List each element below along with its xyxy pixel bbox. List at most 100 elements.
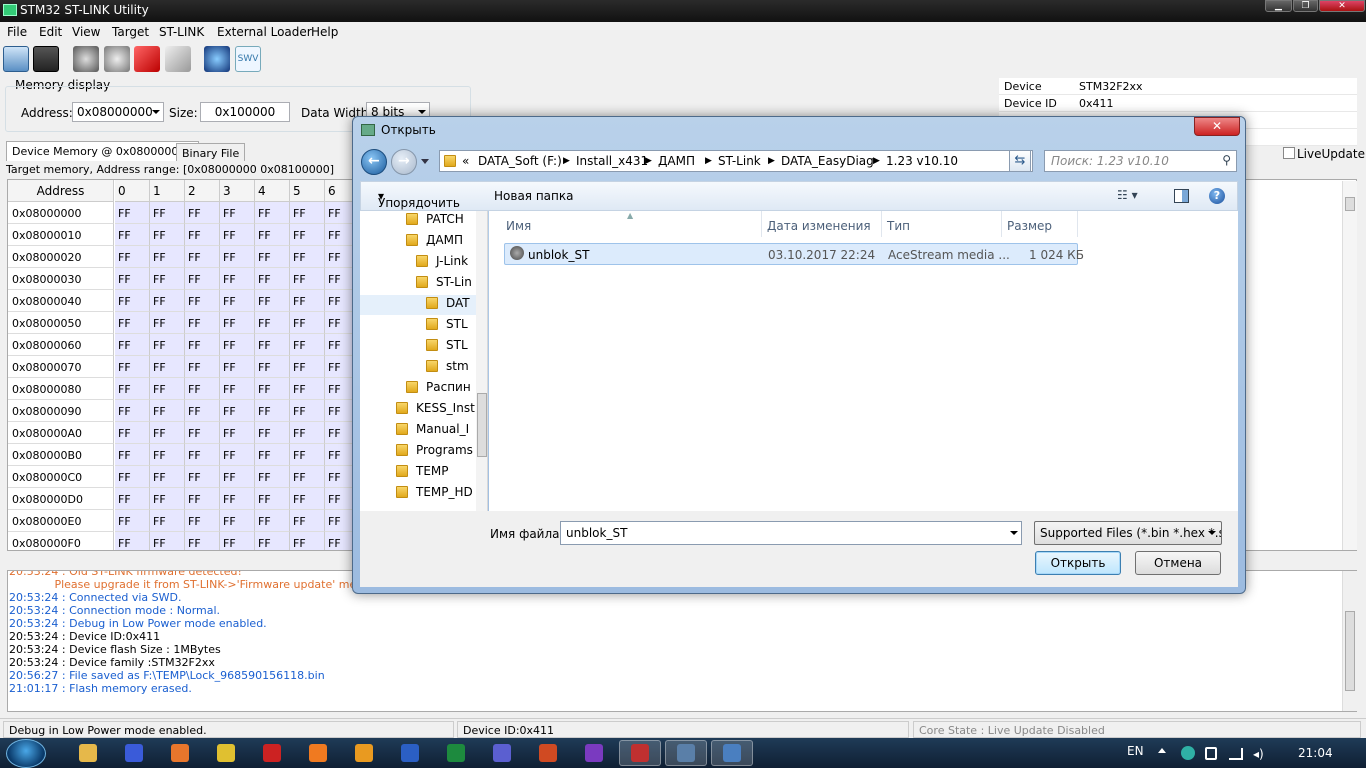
network-icon[interactable] bbox=[1229, 748, 1243, 760]
grid-cell[interactable]: FF bbox=[150, 510, 185, 532]
menu-external-loader[interactable]: External Loader bbox=[217, 25, 312, 39]
grid-cell[interactable]: FF bbox=[115, 224, 150, 246]
filename-input[interactable]: unblok_ST bbox=[560, 521, 1022, 545]
connect-icon[interactable] bbox=[73, 46, 99, 72]
erase-icon[interactable] bbox=[134, 46, 160, 72]
grid-cell[interactable]: FF bbox=[150, 400, 185, 422]
grid-cell[interactable]: FF bbox=[150, 246, 185, 268]
grid-cell[interactable]: FF bbox=[115, 444, 150, 466]
grid-cell[interactable]: FF bbox=[220, 246, 255, 268]
grid-cell[interactable]: FF bbox=[115, 268, 150, 290]
column-date[interactable]: Дата изменения bbox=[767, 219, 871, 233]
back-icon[interactable]: ← bbox=[361, 149, 387, 175]
close-button[interactable]: ✕ bbox=[1319, 0, 1365, 12]
grid-cell[interactable]: FF bbox=[150, 466, 185, 488]
grid-cell[interactable]: FF bbox=[150, 268, 185, 290]
grid-cell[interactable]: FF bbox=[185, 444, 220, 466]
save-icon[interactable] bbox=[33, 46, 59, 72]
grid-cell[interactable]: FF bbox=[255, 422, 290, 444]
grid-cell[interactable]: FF bbox=[255, 246, 290, 268]
target-search-icon[interactable] bbox=[204, 46, 230, 72]
grid-cell[interactable]: FF bbox=[220, 510, 255, 532]
column-separator[interactable] bbox=[881, 211, 882, 237]
grid-cell[interactable]: FF bbox=[290, 224, 325, 246]
grid-cell[interactable]: FF bbox=[255, 290, 290, 312]
grid-cell[interactable]: FF bbox=[255, 312, 290, 334]
grid-cell[interactable]: FF bbox=[290, 510, 325, 532]
grid-cell[interactable]: FF bbox=[290, 290, 325, 312]
breadcrumb-separator-icon[interactable]: ▶ bbox=[873, 156, 880, 166]
cancel-button[interactable]: Отмена bbox=[1135, 551, 1221, 575]
grid-cell[interactable]: FF bbox=[290, 334, 325, 356]
breadcrumb-item[interactable]: Install_x431 bbox=[576, 154, 648, 168]
tab-binary-file[interactable]: Binary File bbox=[176, 143, 246, 161]
column-separator[interactable] bbox=[1077, 211, 1078, 237]
grid-cell[interactable]: FF bbox=[220, 444, 255, 466]
grid-cell[interactable]: FF bbox=[220, 378, 255, 400]
grid-cell[interactable]: FF bbox=[150, 444, 185, 466]
breadcrumb-separator-icon[interactable]: ▶ bbox=[645, 156, 652, 166]
nav-scrollbar[interactable] bbox=[476, 211, 487, 511]
forward-icon[interactable]: → bbox=[391, 149, 417, 175]
grid-cell[interactable]: FF bbox=[185, 268, 220, 290]
view-menu-icon[interactable]: ☷ ▾ bbox=[1117, 188, 1138, 202]
menu-stlink[interactable]: ST-LINK bbox=[159, 25, 204, 39]
grid-cell[interactable]: FF bbox=[115, 290, 150, 312]
column-size[interactable]: Размер bbox=[1007, 219, 1052, 233]
breadcrumb-overflow[interactable]: « bbox=[462, 154, 469, 168]
disconnect-icon[interactable] bbox=[104, 46, 130, 72]
address-combo[interactable]: 0x08000000 bbox=[72, 102, 164, 122]
column-separator[interactable] bbox=[1001, 211, 1002, 237]
grid-cell[interactable]: FF bbox=[185, 488, 220, 510]
grid-cell[interactable]: FF bbox=[185, 246, 220, 268]
log-scrollbar[interactable] bbox=[1342, 571, 1357, 711]
grid-cell[interactable]: FF bbox=[220, 224, 255, 246]
column-type[interactable]: Тип bbox=[887, 219, 910, 233]
grid-cell[interactable]: FF bbox=[115, 334, 150, 356]
search-input[interactable]: Поиск: 1.23 v10.10 ⚲ bbox=[1044, 150, 1237, 172]
grid-cell[interactable]: FF bbox=[255, 378, 290, 400]
grid-cell[interactable]: FF bbox=[255, 268, 290, 290]
grid-cell[interactable]: FF bbox=[150, 312, 185, 334]
grid-cell[interactable]: FF bbox=[290, 444, 325, 466]
open-file-icon[interactable] bbox=[3, 46, 29, 72]
maximize-button[interactable]: ❐ bbox=[1293, 0, 1318, 12]
grid-cell[interactable]: FF bbox=[115, 356, 150, 378]
grid-cell[interactable]: FF bbox=[150, 532, 185, 550]
language-indicator[interactable]: EN bbox=[1127, 744, 1144, 758]
tray-app-icon[interactable] bbox=[1181, 746, 1195, 760]
chevron-down-icon[interactable] bbox=[1010, 531, 1018, 535]
menu-edit[interactable]: Edit bbox=[39, 25, 62, 39]
breadcrumb-item[interactable]: DATA_Soft (F:) bbox=[478, 154, 562, 168]
grid-cell[interactable]: FF bbox=[185, 202, 220, 224]
file-type-filter[interactable]: Supported Files (*.bin *.hex *.srec) bbox=[1034, 521, 1222, 545]
organize-button[interactable]: Упорядочить ▾ bbox=[378, 189, 460, 210]
grid-cell[interactable]: FF bbox=[150, 334, 185, 356]
tray-device-icon[interactable] bbox=[1205, 747, 1217, 760]
swv-icon[interactable]: SWV bbox=[235, 46, 261, 72]
grid-cell[interactable]: FF bbox=[150, 202, 185, 224]
grid-cell[interactable]: FF bbox=[220, 334, 255, 356]
grid-cell[interactable]: FF bbox=[150, 422, 185, 444]
help-icon[interactable]: ? bbox=[1209, 188, 1225, 204]
grid-cell[interactable]: FF bbox=[255, 400, 290, 422]
file-row[interactable]: unblok_ST 03.10.2017 22:24 AceStream med… bbox=[504, 243, 1084, 265]
grid-cell[interactable]: FF bbox=[290, 532, 325, 550]
preview-pane-icon[interactable] bbox=[1174, 189, 1189, 203]
grid-cell[interactable]: FF bbox=[220, 488, 255, 510]
grid-cell[interactable]: FF bbox=[220, 268, 255, 290]
grid-cell[interactable]: FF bbox=[150, 488, 185, 510]
size-field[interactable]: 0x100000 bbox=[200, 102, 290, 122]
grid-cell[interactable]: FF bbox=[220, 356, 255, 378]
grid-cell[interactable]: FF bbox=[255, 224, 290, 246]
grid-cell[interactable]: FF bbox=[115, 400, 150, 422]
dialog-address-bar[interactable]: «DATA_Soft (F:) ▶ Install_x431 ▶ ДАМП ▶ ST-Lin… bbox=[439, 150, 1033, 172]
grid-cell[interactable]: FF bbox=[115, 312, 150, 334]
grid-cell[interactable]: FF bbox=[115, 422, 150, 444]
breadcrumb-item[interactable]: 1.23 v10.10 bbox=[886, 154, 958, 168]
grid-cell[interactable]: FF bbox=[255, 202, 290, 224]
grid-cell[interactable]: FF bbox=[185, 224, 220, 246]
grid-cell[interactable]: FF bbox=[290, 268, 325, 290]
grid-cell[interactable]: FF bbox=[185, 466, 220, 488]
grid-cell[interactable]: FF bbox=[255, 466, 290, 488]
